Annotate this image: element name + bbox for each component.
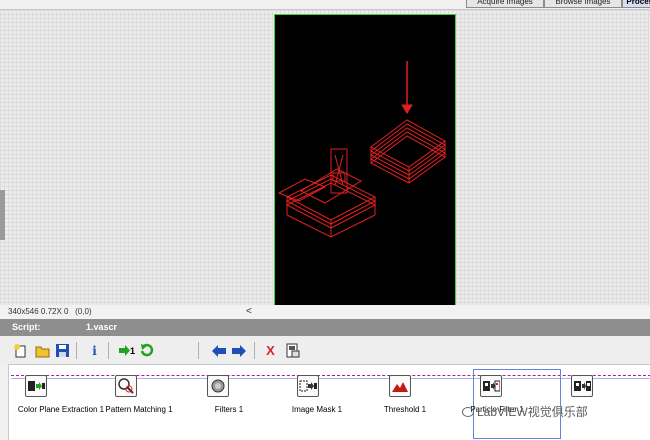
tab-process[interactable]: Process [622, 0, 650, 8]
script-filename: 1.vascr [86, 322, 118, 332]
step-label: Filters 1 [214, 405, 244, 414]
color-plane-extraction-icon [25, 375, 47, 397]
watermark: LabVIEW视觉俱乐部 [462, 405, 588, 419]
particle-analysis-icon [571, 375, 593, 397]
delete-step-button[interactable]: X [262, 342, 279, 359]
run-once-button[interactable]: 1 [116, 342, 138, 359]
save-script-icon [56, 344, 69, 357]
run-once-arrow-icon [118, 345, 130, 356]
toolbar-separator [254, 342, 255, 359]
image-display[interactable] [274, 14, 456, 306]
move-step-left-button[interactable] [210, 342, 227, 359]
new-script-icon [14, 344, 26, 358]
toolbar-separator [198, 342, 199, 359]
tab-browse-images[interactable]: Browse Images [544, 0, 622, 8]
panel-splitter-handle[interactable] [0, 190, 5, 240]
move-right-icon [231, 344, 246, 357]
open-script-button[interactable] [34, 342, 51, 359]
info-icon: i [92, 343, 97, 358]
move-step-right-button[interactable] [230, 342, 247, 359]
viewer-status-bar: 340x546 0.72X 0 (0,0) < [0, 305, 650, 319]
particle-filter-icon [480, 375, 502, 397]
delete-step-icon: X [266, 343, 275, 358]
script-label: Script: [12, 322, 41, 332]
script-flow-panel: Color Plane Extraction 1 Pattern Matchin… [8, 364, 650, 440]
toolbar-separator [108, 342, 109, 359]
script-toolbar: i 1 X [0, 336, 650, 364]
new-script-button[interactable] [12, 342, 29, 359]
script-step[interactable]: Image Mask 1 [267, 365, 367, 440]
tab-strip: Acquire Images Browse Images Process [0, 0, 650, 9]
image-mask-icon [297, 375, 319, 397]
run-once-icon: 1 [129, 345, 135, 356]
cursor-coords: (0,0) [75, 307, 92, 316]
script-step[interactable]: Color Plane Extraction 1 [11, 365, 111, 440]
red-arrow-head [401, 104, 413, 114]
script-step[interactable]: Threshold 1 [355, 365, 455, 440]
image-viewer[interactable] [0, 9, 650, 315]
tab-acquire-images[interactable]: Acquire Images [466, 0, 544, 8]
processed-image [277, 61, 446, 238]
performance-meter-button[interactable] [284, 342, 301, 359]
threshold-icon [389, 375, 411, 397]
filters-icon [207, 375, 229, 397]
run-continuous-icon [140, 343, 154, 357]
script-step[interactable] [569, 365, 650, 440]
block-left [277, 148, 377, 238]
image-info-text: 340x546 0.72X 0 (0,0) [8, 307, 92, 316]
toolbar-separator [76, 342, 77, 359]
wechat-icon [462, 407, 474, 417]
run-continuous-button[interactable] [138, 342, 155, 359]
performance-meter-icon [286, 343, 299, 358]
pattern-matching-icon [115, 375, 137, 397]
layer-stack-right [370, 119, 446, 184]
script-step[interactable]: Filters 1 [179, 365, 279, 440]
step-label: Pattern Matching 1 [105, 405, 173, 414]
step-label: Image Mask 1 [291, 405, 343, 414]
save-script-button[interactable] [54, 342, 71, 359]
script-info-button[interactable]: i [86, 342, 103, 359]
script-header: Script: 1.vascr [0, 319, 650, 336]
open-script-icon [35, 346, 50, 358]
step-label: Threshold 1 [383, 405, 427, 414]
scroll-left-button[interactable]: < [246, 305, 252, 319]
script-step-selected[interactable]: Particle Filter 1 [470, 365, 573, 440]
move-left-icon [211, 344, 226, 357]
